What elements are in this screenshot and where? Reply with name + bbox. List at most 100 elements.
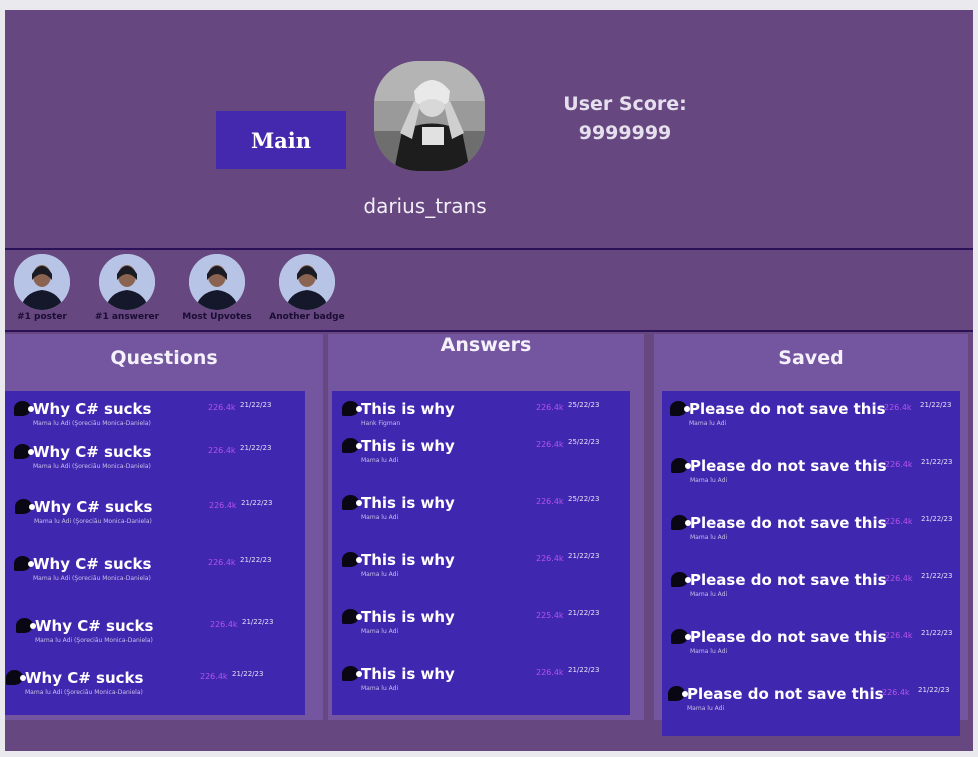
vote-count: 226.4k	[208, 403, 236, 412]
user-score: User Score: 9999999	[545, 90, 705, 148]
user-avatar-icon	[14, 401, 34, 416]
user-avatar-icon	[342, 495, 362, 510]
answer-title: This is why	[361, 400, 455, 418]
main-button[interactable]: Main	[216, 111, 346, 169]
question-date: 21/22/23	[232, 670, 264, 678]
question-item[interactable]: Why C# sucks Mama lu Adi (Şoreciău Monic…	[14, 443, 274, 493]
user-avatar-icon	[16, 618, 36, 633]
profile-avatar	[374, 61, 485, 171]
questions-list: Why C# sucks Mama lu Adi (Şoreciău Monic…	[5, 391, 305, 715]
portrait-badge-icon	[189, 254, 245, 310]
saved-date: 21/22/23	[921, 572, 953, 580]
badge-most-upvotes[interactable]: Most Upvotes	[177, 254, 257, 322]
answer-date: 25/22/23	[568, 495, 600, 503]
user-avatar-icon	[671, 572, 691, 587]
answer-date: 21/22/23	[568, 552, 600, 560]
user-avatar-icon	[671, 458, 691, 473]
vote-count: 226.4k	[885, 517, 913, 526]
question-item[interactable]: Why C# sucks Mama lu Adi (Şoreciău Monic…	[16, 617, 276, 667]
vote-count: 226.4k	[536, 554, 564, 563]
saved-author: Mama lu Adi	[690, 477, 728, 484]
user-avatar-icon	[342, 609, 362, 624]
question-author: Mama lu Adi (Şoreciău Monica-Daniela)	[33, 463, 151, 470]
saved-item[interactable]: Please do not save this Mama lu Adi 226.…	[671, 571, 952, 621]
saved-item[interactable]: Please do not save this Mama lu Adi 226.…	[668, 685, 949, 735]
badge-1-poster[interactable]: #1 poster	[5, 254, 82, 322]
answer-author: Mama lu Adi	[361, 457, 399, 464]
questions-title: Questions	[110, 347, 218, 369]
saved-date: 21/22/23	[918, 686, 950, 694]
vote-count: 226.4k	[536, 497, 564, 506]
user-score-value: 9999999	[578, 122, 672, 144]
profile-page: Main darius_trans User Score: 9999999 #1…	[5, 10, 973, 751]
question-author: Mama lu Adi (Şoreciău Monica-Daniela)	[35, 637, 153, 644]
answer-item[interactable]: This is why Mama lu Adi 226.4k 21/22/23	[342, 665, 602, 715]
question-author: Mama lu Adi (Şoreciău Monica-Daniela)	[33, 575, 151, 582]
question-title: Why C# sucks	[33, 400, 152, 418]
saved-list: Please do not save this Mama lu Adi 226.…	[662, 391, 960, 736]
saved-title-text: Please do not save this	[689, 400, 886, 418]
question-item[interactable]: Why C# sucks Mama lu Adi (Şoreciău Monic…	[6, 669, 266, 719]
user-avatar-icon	[342, 666, 362, 681]
saved-item[interactable]: Please do not save this Mama lu Adi 226.…	[671, 457, 952, 507]
answer-item[interactable]: This is why Mama lu Adi 226.4k 25/22/23	[342, 437, 602, 487]
user-avatar-icon	[671, 629, 691, 644]
answer-title: This is why	[361, 437, 455, 455]
saved-title-text: Please do not save this	[690, 628, 887, 646]
answer-item[interactable]: This is why Mama lu Adi 225.4k 21/22/23	[342, 608, 602, 658]
saved-author: Mama lu Adi	[687, 705, 725, 712]
vote-count: 225.4k	[536, 611, 564, 620]
answer-item[interactable]: This is why Mama lu Adi 226.4k 25/22/23	[342, 494, 602, 544]
user-avatar-icon	[671, 515, 691, 530]
question-title: Why C# sucks	[35, 617, 154, 635]
saved-item[interactable]: Please do not save this Mama lu Adi 226.…	[670, 400, 951, 450]
answers-title: Answers	[440, 334, 532, 356]
profile-photo-icon	[374, 61, 485, 171]
question-author: Mama lu Adi (Şoreciău Monica-Daniela)	[25, 689, 143, 696]
saved-title-text: Please do not save this	[690, 571, 887, 589]
user-avatar-icon	[342, 438, 362, 453]
saved-title-text: Please do not save this	[690, 457, 887, 475]
badge-another[interactable]: Another badge	[267, 254, 347, 322]
portrait-badge-icon	[99, 254, 155, 310]
vote-count: 226.4k	[536, 440, 564, 449]
vote-count: 226.4k	[209, 501, 237, 510]
saved-date: 21/22/23	[920, 401, 952, 409]
question-item[interactable]: Why C# sucks Mama lu Adi (Şoreciău Monic…	[14, 555, 274, 605]
answer-title: This is why	[361, 551, 455, 569]
vote-count: 226.4k	[884, 403, 912, 412]
question-date: 21/22/23	[240, 556, 272, 564]
saved-title-text: Please do not save this	[690, 514, 887, 532]
user-avatar-icon	[668, 686, 688, 701]
answer-title: This is why	[361, 608, 455, 626]
saved-date: 21/22/23	[921, 629, 953, 637]
badge-label: Another badge	[269, 312, 345, 322]
saved-date: 21/22/23	[921, 458, 953, 466]
question-title: Why C# sucks	[25, 669, 144, 687]
saved-item[interactable]: Please do not save this Mama lu Adi 226.…	[671, 514, 952, 564]
user-avatar-icon	[670, 401, 690, 416]
question-title: Why C# sucks	[34, 498, 153, 516]
user-avatar-icon	[14, 444, 34, 459]
answers-list: This is why Hank Figman 226.4k 25/22/23 …	[332, 391, 630, 715]
saved-title: Saved	[778, 347, 844, 369]
question-item[interactable]: Why C# sucks Mama lu Adi (Şoreciău Monic…	[15, 498, 275, 548]
portrait-badge-icon	[279, 254, 335, 310]
vote-count: 226.4k	[885, 631, 913, 640]
answer-author: Mama lu Adi	[361, 514, 399, 521]
answer-item[interactable]: This is why Mama lu Adi 226.4k 21/22/23	[342, 551, 602, 601]
answer-author: Mama lu Adi	[361, 571, 399, 578]
saved-title-text: Please do not save this	[687, 685, 884, 703]
badge-1-answerer[interactable]: #1 answerer	[87, 254, 167, 322]
answer-author: Mama lu Adi	[361, 685, 399, 692]
questions-column: Questions Why C# sucks Mama lu Adi (Şore…	[5, 334, 323, 720]
question-title: Why C# sucks	[33, 555, 152, 573]
saved-author: Mama lu Adi	[690, 591, 728, 598]
answers-column: Answers This is why Hank Figman 226.4k 2…	[328, 334, 644, 720]
saved-item[interactable]: Please do not save this Mama lu Adi 226.…	[671, 628, 952, 678]
badge-label: #1 answerer	[94, 312, 160, 322]
user-avatar-icon	[342, 552, 362, 567]
vote-count: 226.4k	[210, 620, 238, 629]
question-date: 21/22/23	[241, 499, 273, 507]
vote-count: 226.4k	[536, 668, 564, 677]
